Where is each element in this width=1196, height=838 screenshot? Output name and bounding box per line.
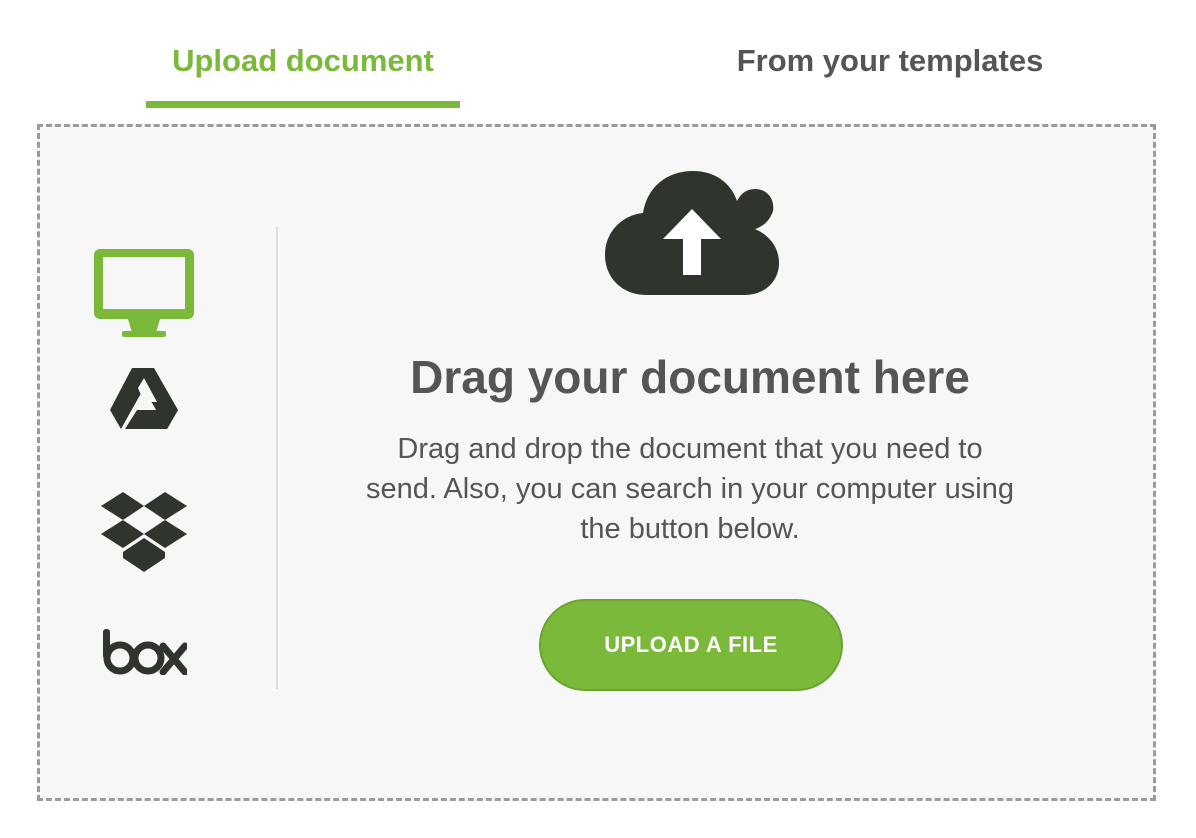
google-drive-icon xyxy=(110,368,178,429)
tab-from-templates-label: From your templates xyxy=(736,43,1044,78)
source-box-button[interactable] xyxy=(90,623,198,679)
drop-zone-main: Drag your document here Drag and drop th… xyxy=(260,127,1120,804)
drop-zone-headline: Drag your document here xyxy=(410,351,970,403)
source-sidebar xyxy=(90,127,278,804)
source-google-drive-button[interactable] xyxy=(90,363,198,435)
drop-zone-description: Drag and drop the document that you need… xyxy=(365,433,1015,545)
upload-dialog: Upload document From your templates Drag… xyxy=(0,0,1196,838)
tab-from-templates[interactable]: From your templates xyxy=(690,30,1090,108)
cloud-upload-icon xyxy=(605,171,779,295)
box-icon xyxy=(103,629,187,675)
drop-zone[interactable]: Drag your document here Drag and drop th… xyxy=(37,124,1156,801)
source-dropbox-button[interactable] xyxy=(90,487,198,577)
tab-upload-document[interactable]: Upload document xyxy=(146,30,460,108)
tab-upload-document-label: Upload document xyxy=(172,43,434,78)
upload-file-button[interactable]: UPLOAD A FILE xyxy=(539,599,843,691)
active-tab-indicator xyxy=(146,101,460,108)
computer-icon xyxy=(94,249,194,337)
dropbox-icon xyxy=(101,492,187,572)
tab-bar: Upload document From your templates xyxy=(0,0,1196,110)
source-computer-button[interactable] xyxy=(90,245,198,341)
